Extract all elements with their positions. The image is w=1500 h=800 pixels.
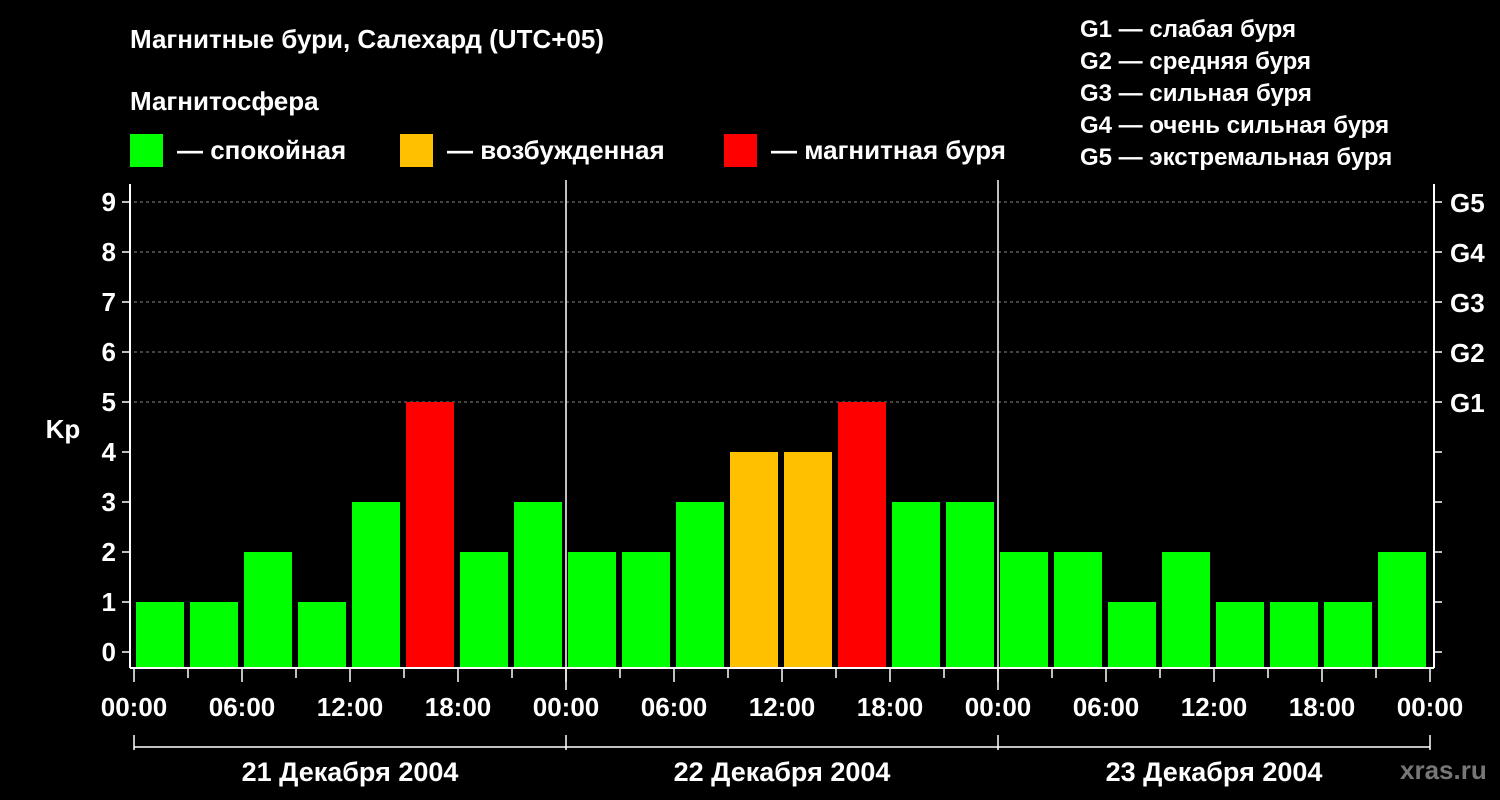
kp-bar	[784, 452, 832, 668]
kp-bar	[136, 602, 184, 668]
kp-bar	[406, 402, 454, 668]
kp-bar	[1378, 552, 1426, 668]
day-label: 23 Декабря 2004	[1106, 757, 1323, 787]
kp-bar	[190, 602, 238, 668]
x-tick-label: 00:00	[533, 692, 600, 722]
watermark: xras.ru	[1400, 755, 1487, 785]
kp-chart: 0 1 2 3 4 5 6 7 8 9 G1 G2 G3 G4 G5 Kp 00:00 06:00 12:00 18:…	[46, 180, 1485, 787]
kp-bar	[622, 552, 670, 668]
x-tick-label: 00:00	[101, 692, 168, 722]
y-tick-label: 3	[102, 487, 116, 517]
kp-bar	[946, 502, 994, 668]
kp-bar	[730, 452, 778, 668]
y-tick-label: 6	[102, 337, 116, 367]
x-tick-label: 18:00	[857, 692, 924, 722]
g-axis-label: G2	[1450, 338, 1485, 368]
x-tick-label: 06:00	[1073, 692, 1140, 722]
y-tick-label: 1	[102, 587, 116, 617]
x-tick-label: 12:00	[1181, 692, 1248, 722]
kp-bar	[1054, 552, 1102, 668]
g-axis-label: G5	[1450, 188, 1485, 218]
x-tick-label: 06:00	[209, 692, 276, 722]
x-tick-label: 00:00	[1397, 692, 1464, 722]
y-tick-label: 0	[102, 637, 116, 667]
day-label: 21 Декабря 2004	[242, 757, 459, 787]
kp-bar	[1000, 552, 1048, 668]
y-tick-label: 4	[102, 437, 117, 467]
kp-bar	[298, 602, 346, 668]
kp-bar	[352, 502, 400, 668]
kp-bar	[460, 552, 508, 668]
y-tick-label: 5	[102, 387, 116, 417]
kp-bar	[1108, 602, 1156, 668]
kp-bar	[568, 552, 616, 668]
g-axis-label: G1	[1450, 388, 1485, 418]
kp-bar	[838, 402, 886, 668]
y-axis-label: Kp	[46, 414, 81, 444]
y-tick-label: 9	[102, 187, 116, 217]
y-tick-label: 8	[102, 237, 116, 267]
kp-bar	[1216, 602, 1264, 668]
x-tick-label: 18:00	[1289, 692, 1356, 722]
day-label: 22 Декабря 2004	[674, 757, 891, 787]
g-axis-label: G4	[1450, 238, 1485, 268]
kp-bar	[514, 502, 562, 668]
kp-bar	[1324, 602, 1372, 668]
x-tick-label: 06:00	[641, 692, 708, 722]
x-tick-label: 12:00	[317, 692, 384, 722]
x-tick-label: 18:00	[425, 692, 492, 722]
kp-bar	[1162, 552, 1210, 668]
x-tick-label: 00:00	[965, 692, 1032, 722]
y-tick-label: 7	[102, 287, 116, 317]
kp-bar	[1270, 602, 1318, 668]
kp-bar	[244, 552, 292, 668]
kp-bar	[892, 502, 940, 668]
y-tick-label: 2	[102, 537, 116, 567]
x-tick-label: 12:00	[749, 692, 816, 722]
kp-bar	[676, 502, 724, 668]
g-axis-label: G3	[1450, 288, 1485, 318]
